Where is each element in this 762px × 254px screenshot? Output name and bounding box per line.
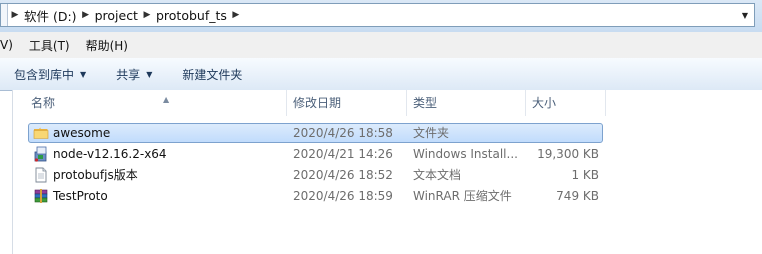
column-name-label: 名称 <box>31 96 56 110</box>
file-row[interactable]: awesome 2020/4/26 18:58 文件夹 <box>13 123 762 144</box>
file-date: 2020/4/26 18:52 <box>293 168 393 182</box>
column-header-type[interactable]: 类型 <box>407 90 526 116</box>
new-folder-label: 新建文件夹 <box>182 67 243 82</box>
breadcrumb-separator-icon[interactable]: ▶ <box>79 10 93 20</box>
file-name: awesome <box>53 126 111 140</box>
address-bar-row: ▶ 软件 (D:) ▶ project ▶ protobuf_ts ▶ ▼ <box>0 0 762 32</box>
sort-ascending-icon: ▲ <box>163 95 170 104</box>
file-list[interactable]: ▲ 名称 修改日期 类型 大小 awesome 2020/4/26 18:58 … <box>12 90 762 254</box>
file-row[interactable]: node-v12.16.2-x64 2020/4/21 14:26 Window… <box>13 144 762 165</box>
file-name: TestProto <box>53 189 108 203</box>
file-name: protobufjs版本 <box>53 168 138 182</box>
winrar-archive-icon <box>34 189 48 203</box>
file-row[interactable]: TestProto 2020/4/26 18:59 WinRAR 压缩文件 74… <box>13 186 762 207</box>
column-size-label: 大小 <box>532 96 557 110</box>
new-folder-button[interactable]: 新建文件夹 <box>152 66 242 83</box>
column-type-label: 类型 <box>413 96 438 110</box>
column-header-date[interactable]: 修改日期 <box>287 90 407 116</box>
file-size: 749 KB <box>556 189 599 203</box>
address-bar[interactable]: ▶ 软件 (D:) ▶ project ▶ protobuf_ts ▶ ▼ <box>0 3 755 27</box>
address-bar-edge <box>1 4 8 26</box>
file-size <box>499 123 599 144</box>
breadcrumb-drive[interactable]: 软件 (D:) <box>22 6 79 25</box>
folder-icon <box>33 127 49 139</box>
column-header-name[interactable]: ▲ 名称 <box>25 90 287 116</box>
file-type: 文件夹 <box>413 126 450 140</box>
share-label: 共享 <box>116 67 141 82</box>
menu-help[interactable]: 帮助(H) <box>86 37 135 54</box>
file-size: 1 KB <box>571 168 599 182</box>
column-header-row: ▲ 名称 修改日期 类型 大小 <box>13 90 762 116</box>
include-in-library-label: 包含到库中 <box>14 67 75 82</box>
file-date: 2020/4/26 18:58 <box>293 126 393 140</box>
file-type: WinRAR 压缩文件 <box>413 189 512 203</box>
command-toolbar: 包含到库中 ▼ 共享 ▼ 新建文件夹 <box>0 58 762 91</box>
menu-bar: V) 工具(T) 帮助(H) <box>0 32 762 59</box>
column-date-label: 修改日期 <box>293 96 342 110</box>
address-history-dropdown-icon[interactable]: ▼ <box>736 4 754 26</box>
menu-view[interactable]: V) <box>0 38 29 52</box>
menu-tools[interactable]: 工具(T) <box>29 37 86 54</box>
share-button[interactable]: 共享 ▼ <box>86 66 152 83</box>
text-document-icon <box>35 167 47 183</box>
breadcrumb-separator-icon[interactable]: ▶ <box>140 10 154 20</box>
breadcrumb-separator-icon[interactable]: ▶ <box>8 10 22 20</box>
file-type: 文本文档 <box>413 168 462 182</box>
column-header-size[interactable]: 大小 <box>526 90 606 116</box>
breadcrumb-project[interactable]: project <box>93 8 140 23</box>
file-size: 19,300 KB <box>537 147 599 161</box>
file-name: node-v12.16.2-x64 <box>53 147 167 161</box>
file-date: 2020/4/26 18:59 <box>293 189 393 203</box>
breadcrumb-separator-icon[interactable]: ▶ <box>229 10 243 20</box>
include-in-library-button[interactable]: 包含到库中 ▼ <box>0 66 86 83</box>
breadcrumb-protobuf-ts[interactable]: protobuf_ts <box>154 8 229 23</box>
msi-installer-icon <box>34 146 47 162</box>
file-date: 2020/4/21 14:26 <box>293 147 393 161</box>
file-row[interactable]: protobufjs版本 2020/4/26 18:52 文本文档 1 KB <box>13 165 762 186</box>
